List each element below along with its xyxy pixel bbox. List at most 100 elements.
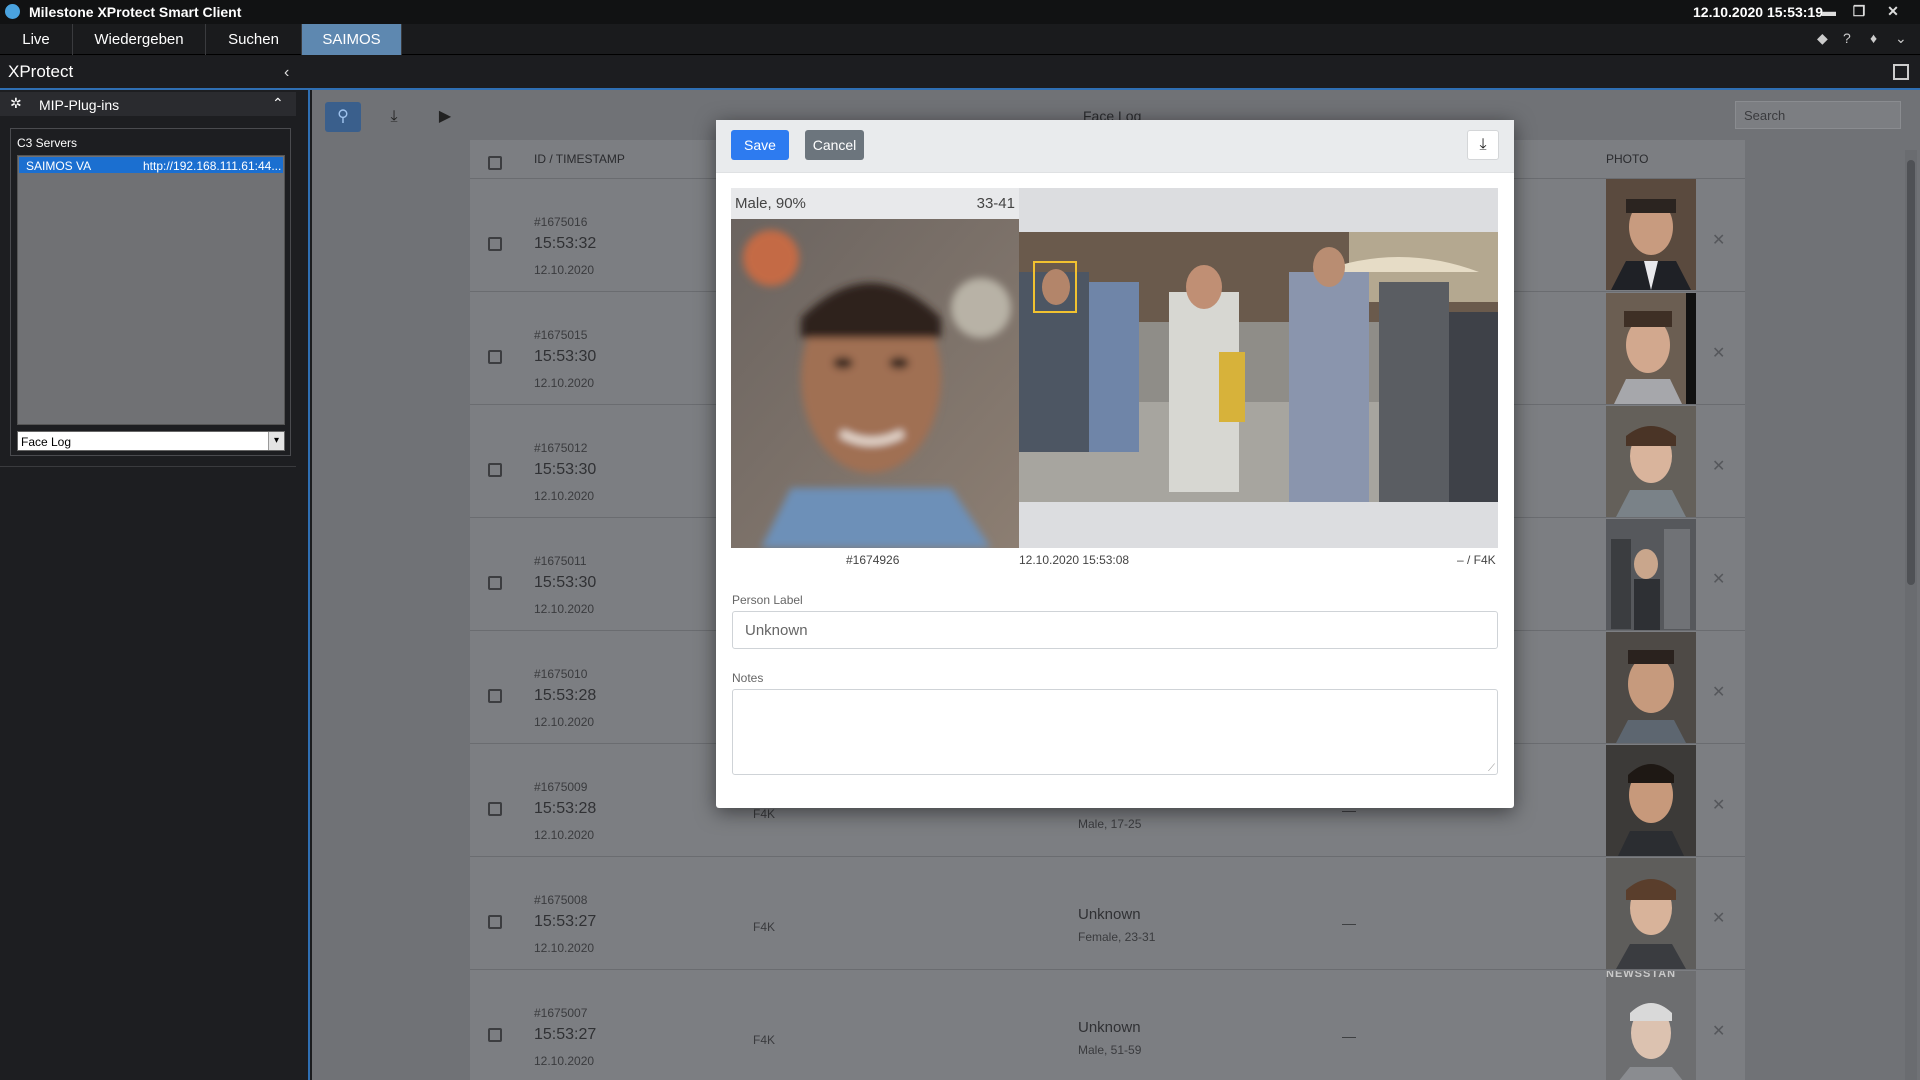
chevron-down-icon[interactable]: ⌄ bbox=[1895, 30, 1907, 47]
resize-handle-icon[interactable]: ⟋ bbox=[1488, 763, 1495, 774]
restore-icon[interactable]: ❐ bbox=[1846, 0, 1872, 24]
search-button[interactable]: ⚲ bbox=[325, 102, 361, 132]
chevron-left-icon[interactable]: ‹ bbox=[284, 64, 289, 82]
detection-id: #1674926 bbox=[846, 553, 900, 567]
row-checkbox[interactable] bbox=[488, 915, 502, 929]
face-photo[interactable] bbox=[1606, 632, 1696, 743]
save-button[interactable]: Save bbox=[731, 130, 789, 160]
delete-icon[interactable]: ✕ bbox=[1712, 682, 1725, 702]
scrollbar[interactable] bbox=[1905, 150, 1917, 1080]
detection-source: – / F4K bbox=[1457, 553, 1496, 567]
face-photo-image bbox=[1606, 971, 1696, 1080]
delete-icon[interactable]: ✕ bbox=[1712, 569, 1725, 589]
face-photo[interactable] bbox=[1606, 179, 1696, 290]
help-icon[interactable]: ? bbox=[1843, 30, 1851, 46]
scrollbar-thumb[interactable] bbox=[1907, 160, 1915, 585]
divider bbox=[470, 969, 1745, 970]
tab-wiedergeben[interactable]: Wiedergeben bbox=[73, 24, 206, 55]
face-photo[interactable] bbox=[1606, 858, 1696, 969]
search-placeholder: Search bbox=[1744, 108, 1786, 123]
row-date: 12.10.2020 bbox=[534, 715, 595, 729]
tab-live[interactable]: Live bbox=[0, 24, 73, 55]
row-id: #1675015 bbox=[534, 328, 588, 342]
view-select-value: Face Log bbox=[21, 435, 72, 449]
scene-snapshot[interactable] bbox=[1019, 232, 1498, 502]
download-button[interactable]: ⤓ bbox=[1467, 130, 1499, 160]
sidebar: ✲ MIP-Plug-ins ⌃ C3 Servers SAIMOS VA ht… bbox=[0, 90, 310, 1080]
row-id: #1675008 bbox=[534, 893, 588, 907]
view-select[interactable]: Face Log ▾ bbox=[17, 431, 285, 451]
download-button[interactable]: ⤓ bbox=[376, 102, 412, 132]
delete-icon[interactable]: ✕ bbox=[1712, 343, 1725, 363]
row-time: 15:53:28 bbox=[534, 687, 597, 704]
dialog-header: Save Cancel ⤓ bbox=[716, 120, 1514, 173]
face-crop[interactable]: Male, 90% 33-41 bbox=[731, 188, 1019, 548]
mip-plugins-label: MIP-Plug-ins bbox=[39, 97, 120, 113]
tab-suchen[interactable]: Suchen bbox=[206, 24, 302, 55]
delete-icon[interactable]: ✕ bbox=[1712, 456, 1725, 476]
row-time: 15:53:30 bbox=[534, 461, 597, 478]
row-dash: — bbox=[1342, 1028, 1356, 1044]
row-date: 12.10.2020 bbox=[534, 602, 595, 616]
delete-icon[interactable]: ✕ bbox=[1712, 908, 1725, 928]
divider bbox=[470, 856, 1745, 857]
row-checkbox[interactable] bbox=[488, 802, 502, 816]
divider bbox=[0, 466, 296, 467]
server-list[interactable]: SAIMOS VA http://192.168.111.61:44... bbox=[17, 155, 285, 425]
face-photo[interactable] bbox=[1606, 745, 1696, 856]
chevron-up-icon[interactable]: ⌃ bbox=[272, 95, 284, 112]
notes-textarea[interactable]: ⟋ bbox=[732, 689, 1498, 775]
row-date: 12.10.2020 bbox=[534, 489, 595, 503]
tab-saimos[interactable]: SAIMOS bbox=[302, 24, 402, 55]
gender-confidence: Male, 90% bbox=[735, 195, 806, 212]
face-photo[interactable] bbox=[1606, 406, 1696, 517]
search-icon: ⚲ bbox=[337, 108, 349, 125]
puzzle-icon: ✲ bbox=[10, 95, 22, 111]
server-row[interactable]: SAIMOS VA http://192.168.111.61:44... bbox=[19, 157, 283, 173]
maximize-icon[interactable] bbox=[1893, 64, 1909, 80]
row-id: #1675007 bbox=[534, 1006, 588, 1020]
row-date: 12.10.2020 bbox=[534, 1054, 595, 1068]
person-label-input[interactable]: Unknown bbox=[732, 611, 1498, 649]
row-id: #1675016 bbox=[534, 215, 588, 229]
row-time: 15:53:27 bbox=[534, 913, 597, 930]
panel-title: C3 Servers bbox=[17, 136, 78, 150]
delete-icon[interactable]: ✕ bbox=[1712, 230, 1725, 250]
row-time: 15:53:30 bbox=[534, 574, 597, 591]
face-photo-image bbox=[1606, 179, 1696, 290]
notes-caption: Notes bbox=[732, 671, 764, 685]
row-checkbox[interactable] bbox=[488, 350, 502, 364]
face-photo[interactable]: NEWSSTAN bbox=[1606, 971, 1696, 1080]
row-checkbox[interactable] bbox=[488, 463, 502, 477]
c3-servers-panel: C3 Servers SAIMOS VA http://192.168.111.… bbox=[10, 128, 291, 456]
row-checkbox[interactable] bbox=[488, 576, 502, 590]
main-tab-bar: Live Wiedergeben Suchen SAIMOS bbox=[0, 24, 1920, 55]
face-photo[interactable] bbox=[1606, 293, 1696, 404]
row-time: 15:53:30 bbox=[534, 348, 597, 365]
row-checkbox[interactable] bbox=[488, 689, 502, 703]
mip-plugins-header[interactable]: ✲ MIP-Plug-ins ⌃ bbox=[0, 92, 296, 116]
row-date: 12.10.2020 bbox=[534, 941, 595, 955]
delete-icon[interactable]: ✕ bbox=[1712, 1021, 1725, 1041]
select-all-checkbox[interactable] bbox=[488, 156, 502, 170]
pin-icon[interactable]: ♦ bbox=[1870, 30, 1877, 46]
app-logo-icon bbox=[5, 4, 20, 19]
connection-icon[interactable]: ◆ bbox=[1817, 30, 1828, 47]
row-checkbox[interactable] bbox=[488, 237, 502, 251]
delete-icon[interactable]: ✕ bbox=[1712, 795, 1725, 815]
server-url: http://192.168.111.61:44... bbox=[143, 159, 282, 173]
app-title: Milestone XProtect Smart Client bbox=[29, 4, 242, 20]
minimize-icon[interactable]: ▬ bbox=[1816, 0, 1842, 24]
download-icon: ⤓ bbox=[390, 108, 398, 125]
face-photo-image bbox=[1606, 632, 1696, 743]
cancel-button[interactable]: Cancel bbox=[805, 130, 864, 160]
close-icon[interactable]: ✕ bbox=[1880, 0, 1906, 24]
column-header-id: ID / TIMESTAMP bbox=[534, 152, 625, 166]
search-input[interactable]: Search bbox=[1735, 101, 1901, 129]
detection-images: Male, 90% 33-41 bbox=[731, 188, 1498, 548]
play-button[interactable]: ▶ bbox=[427, 102, 463, 132]
face-photo[interactable] bbox=[1606, 519, 1696, 630]
dropdown-arrow-icon[interactable]: ▾ bbox=[268, 432, 284, 450]
face-photo-image bbox=[1606, 406, 1696, 517]
row-checkbox[interactable] bbox=[488, 1028, 502, 1042]
